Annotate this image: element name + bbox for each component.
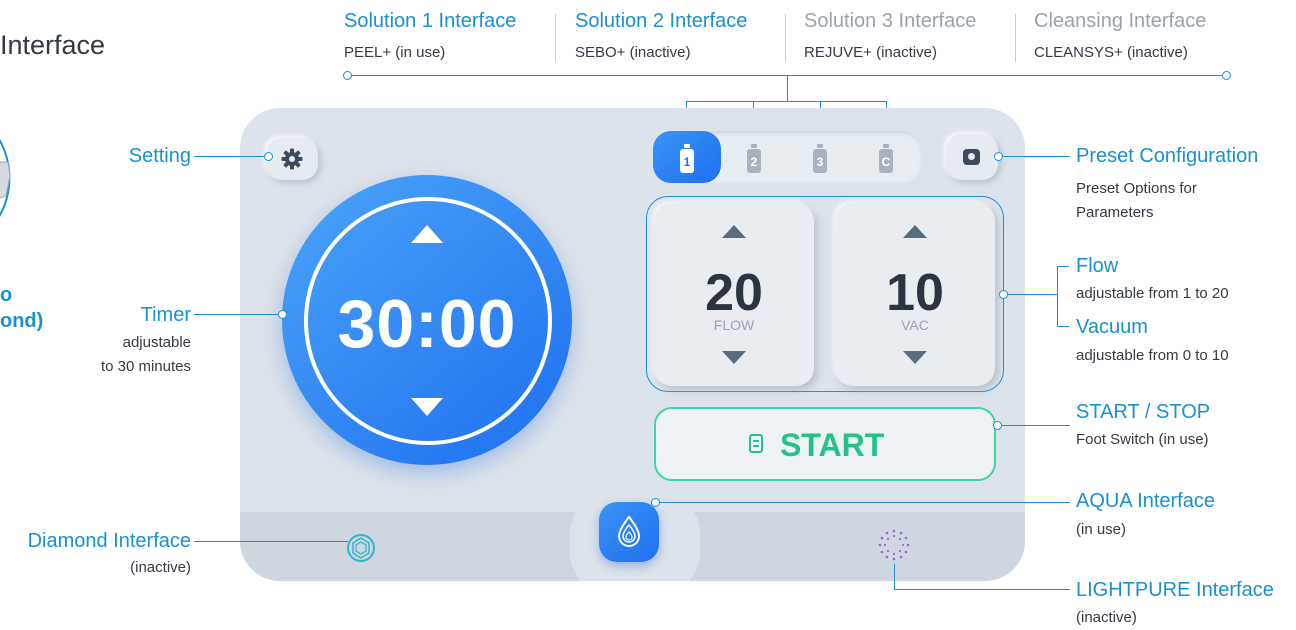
preset-callout-line2: Parameters — [1076, 204, 1154, 221]
preset-callout-line1: Preset Options for — [1076, 180, 1197, 197]
solution-3-subtitle: REJUVE+ (inactive) — [804, 44, 937, 61]
divider — [785, 14, 786, 62]
bottle-icon: 3 — [813, 144, 827, 173]
solution-2-label: Solution 2 Interface SEBO+ (inactive) — [575, 10, 747, 63]
aqua-callout-title: AQUA Interface — [1076, 490, 1215, 512]
lightpure-callout-sub: (inactive) — [1076, 609, 1137, 626]
vac-label: VAC — [901, 317, 929, 333]
handpiece-image-circle — [0, 138, 11, 218]
aqua-callout-line — [655, 502, 1070, 503]
line-endpoint — [994, 152, 1003, 161]
bottle-icon: C — [879, 144, 893, 173]
page-title: Interface — [0, 30, 106, 60]
preset-button[interactable] — [946, 134, 998, 180]
vac-card[interactable]: 10 VAC — [835, 203, 995, 386]
droplet-icon — [617, 515, 641, 547]
arrow-up-icon[interactable] — [411, 225, 443, 243]
setting-callout-title: Setting — [128, 145, 191, 167]
lightpure-callout-title: LIGHTPURE Interface — [1076, 579, 1274, 601]
arrow-up-icon[interactable] — [903, 225, 927, 238]
setting-callout-line — [194, 156, 268, 157]
preset-callout-title: Preset Configuration — [1076, 145, 1259, 167]
aqua-callout-sub: (in use) — [1076, 521, 1127, 538]
preset-callout-line — [1000, 156, 1070, 157]
line-endpoint — [343, 71, 352, 80]
flow-callout-sub: adjustable from 1 to 20 — [1076, 285, 1229, 302]
timer-value: 30:00 — [337, 286, 517, 362]
solution-tab-c[interactable]: C — [861, 131, 913, 183]
vac-value: 10 — [886, 264, 944, 322]
solution-3-title: Solution 3 Interface — [804, 10, 977, 32]
settings-button[interactable] — [266, 138, 318, 180]
solution-tab-3[interactable]: 3 — [795, 131, 847, 183]
solution-tab-1-label: 1 — [683, 155, 691, 169]
flow-callout-title: Flow — [1076, 255, 1119, 277]
line-endpoint — [1222, 71, 1231, 80]
diamond-callout-line — [194, 541, 348, 542]
line-endpoint — [264, 152, 273, 161]
connector-line — [686, 101, 886, 102]
flowvac-bracket-top — [1057, 266, 1069, 267]
vacuum-callout-sub: adjustable from 0 to 10 — [1076, 347, 1229, 364]
divider — [555, 14, 556, 62]
timer-callout-line — [194, 314, 282, 315]
solution-2-subtitle: SEBO+ (inactive) — [575, 44, 691, 61]
solution-tab-3-label: 3 — [816, 155, 824, 169]
cleansing-subtitle: CLEANSYS+ (inactive) — [1034, 44, 1188, 61]
bottle-icon: 1 — [680, 144, 694, 173]
solution-1-title: Solution 1 Interface — [344, 10, 517, 32]
light-dots-icon[interactable] — [877, 528, 911, 562]
cleansing-title: Cleansing Interface — [1034, 10, 1207, 32]
camera-icon — [963, 149, 980, 165]
solution-3-label: Solution 3 Interface REJUVE+ (inactive) — [804, 10, 976, 63]
cleansing-label: Cleansing Interface CLEANSYS+ (inactive) — [1034, 10, 1206, 63]
solution-tab-1[interactable]: 1 — [653, 131, 721, 183]
flow-card[interactable]: 20 FLOW — [654, 203, 814, 386]
start-callout-line — [998, 425, 1070, 426]
diamond-icon[interactable] — [346, 533, 376, 563]
left-partial-label-1: o — [0, 284, 13, 306]
start-button[interactable]: START — [654, 407, 996, 481]
solution-1-label: Solution 1 Interface PEEL+ (in use) — [344, 10, 516, 63]
solution-tab-c-label: C — [881, 155, 891, 169]
timer-dial[interactable]: 30:00 — [282, 175, 572, 465]
start-callout-sub: Foot Switch (in use) — [1076, 431, 1209, 448]
aqua-button[interactable] — [599, 502, 659, 562]
line-endpoint — [651, 498, 660, 507]
divider — [1015, 14, 1016, 62]
arrow-up-icon[interactable] — [722, 225, 746, 238]
diamond-callout-sub: (inactive) — [130, 559, 191, 576]
gear-icon — [281, 148, 303, 170]
flowvac-callout-line — [1003, 294, 1057, 295]
arrow-down-icon[interactable] — [722, 351, 746, 364]
arrow-down-icon[interactable] — [411, 398, 443, 416]
solution-tab-2-label: 2 — [750, 155, 758, 169]
line-endpoint — [278, 310, 287, 319]
solution-tab-2[interactable]: 2 — [728, 131, 780, 183]
diamond-callout-title: Diamond Interface — [27, 530, 191, 552]
timer-callout-line1: adjustable — [122, 334, 191, 351]
timer-callout-line2: to 30 minutes — [100, 358, 191, 375]
line-endpoint — [999, 290, 1008, 299]
document-icon — [749, 434, 763, 453]
flow-value: 20 — [705, 264, 763, 322]
lightpure-callout-line — [894, 589, 1070, 590]
flowvac-bracket — [1057, 266, 1058, 326]
arrow-down-icon[interactable] — [903, 351, 927, 364]
start-callout-title: START / STOP — [1076, 401, 1211, 423]
timer-callout-title: Timer — [140, 304, 191, 326]
flow-label: FLOW — [713, 317, 755, 333]
solution-2-title: Solution 2 Interface — [575, 10, 748, 32]
solution-1-subtitle: PEEL+ (in use) — [344, 44, 446, 61]
left-partial-label-2: ond) — [0, 310, 44, 332]
line-endpoint — [993, 421, 1002, 430]
lightpure-callout-line — [894, 564, 895, 589]
start-label: START — [780, 427, 885, 463]
flowvac-bracket-bottom — [1057, 326, 1069, 327]
bottle-icon: 2 — [747, 144, 761, 173]
connector-line — [787, 75, 788, 101]
vacuum-callout-title: Vacuum — [1076, 316, 1148, 338]
